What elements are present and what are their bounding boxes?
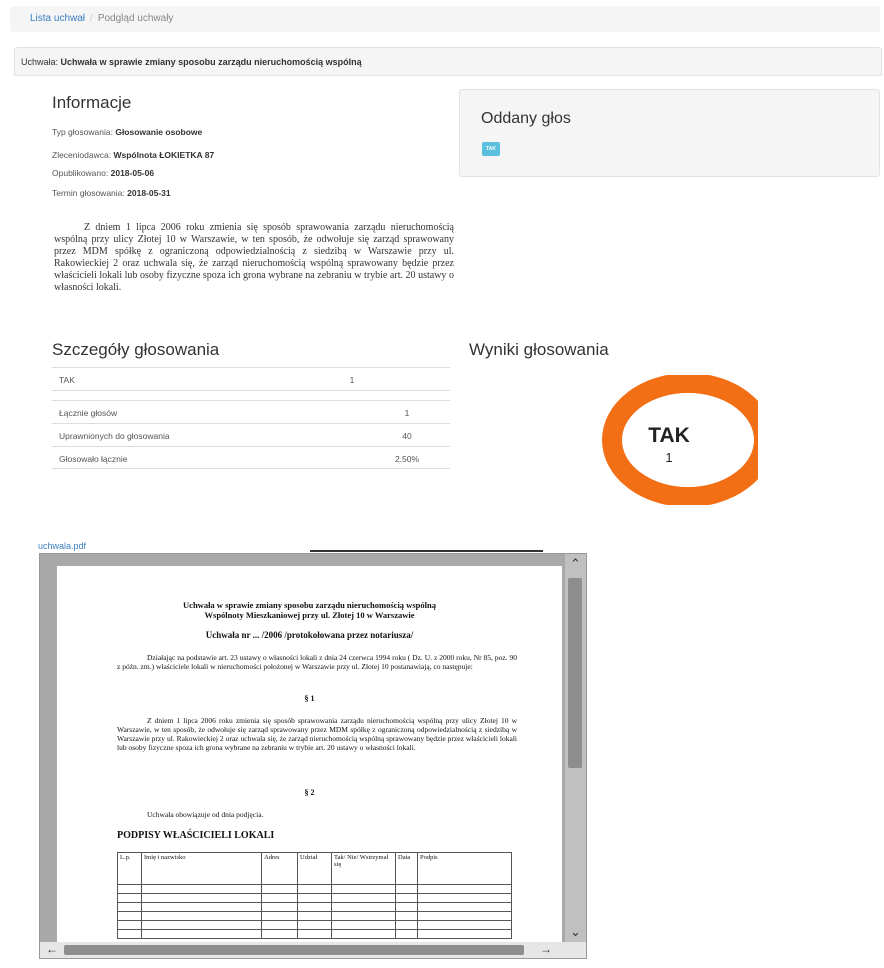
scroll-left-icon[interactable]: ← <box>46 942 58 956</box>
resolution-description: Z dniem 1 lipca 2006 roku zmienia się sp… <box>54 222 454 293</box>
voting-results-title: Wyniki głosowania <box>469 340 609 359</box>
resolution-header: Uchwała: Uchwała w sprawie zmiany sposob… <box>14 47 882 76</box>
breadcrumb-link-list[interactable]: Lista uchwał <box>30 13 85 24</box>
table-header-cell: L.p. <box>117 852 142 885</box>
table-header-cell: Tak/ Nie/ Wstrzymał się <box>331 852 396 885</box>
scroll-up-icon[interactable]: ⌃ <box>565 556 586 572</box>
table-header-cell: Data <box>395 852 418 885</box>
turnout-value: 2.50% <box>394 454 420 464</box>
table-row: L.p. Imię i nazwisko Adres Udział Tak/ N… <box>117 852 512 885</box>
resolution-title: Uchwała w sprawie zmiany sposobu zarządu… <box>60 57 362 67</box>
info-published-value: 2018-05-06 <box>110 168 155 178</box>
table-row: Łącznie głosów 1 <box>52 400 450 423</box>
info-client: Zleceniodawca: Wspólnota ŁOKIETKA 87 <box>52 150 214 160</box>
info-type: Typ głosowania: Głosowanie osobowe <box>52 127 202 137</box>
pdf-paragraph-2: Z dniem 1 lipca 2006 roku zmienia się sp… <box>117 716 517 752</box>
table-row: TAK 1 <box>52 367 450 390</box>
total-votes-value: 1 <box>404 408 410 418</box>
pdf-link[interactable]: uchwala.pdf <box>38 541 86 551</box>
pdf-section-1: § 1 <box>304 694 315 703</box>
pdf-title-line1: Uchwała w sprawie zmiany sposobu zarządu… <box>183 600 436 610</box>
table-row <box>117 884 512 894</box>
resolution-header-label: Uchwała: <box>21 57 59 67</box>
info-deadline-label: Termin głosowania: <box>52 188 125 198</box>
pdf-paragraph-1: Działając na podstawie art. 23 ustawy o … <box>117 653 517 671</box>
cast-vote-panel: Oddany głos TAK <box>459 89 880 177</box>
info-type-label: Typ głosowania: <box>52 127 113 137</box>
table-header-cell: Imię i nazwisko <box>141 852 262 885</box>
info-client-label: Zleceniodawca: <box>52 150 112 160</box>
eligible-label: Uprawnionych do głosowania <box>59 431 170 441</box>
info-deadline-value: 2018-05-31 <box>127 188 171 198</box>
info-published-label: Opublikowano: <box>52 168 109 178</box>
pdf-paragraph-3: Uchwała obowiązuje od dnia podjęcia. <box>147 810 264 819</box>
table-row <box>117 920 512 930</box>
table-header-cell: Adres <box>261 852 298 885</box>
voting-details-title: Szczegóły głosowania <box>52 340 220 359</box>
table-header-cell: Podpis <box>417 852 512 885</box>
pdf-page: Uchwała w sprawie zmiany sposobu zarządu… <box>57 566 562 951</box>
table-row <box>117 902 512 912</box>
info-client-value: Wspólnota ŁOKIETKA 87 <box>113 150 215 160</box>
donut-center-label: TAK 1 <box>582 424 756 465</box>
pdf-title-line2: Wspólnoty Mieszkaniowej przy ul. Złotej … <box>204 610 415 620</box>
table-row <box>117 911 512 921</box>
vertical-scroll-thumb[interactable] <box>568 578 582 768</box>
info-deadline: Termin głosowania: 2018-05-31 <box>52 188 171 198</box>
table-row: Uprawnionych do głosowania 40 <box>52 423 450 446</box>
table-row <box>117 929 512 939</box>
pdf-toolbar-edge <box>310 550 543 552</box>
donut-center-count: 1 <box>665 450 673 465</box>
answer-label: TAK <box>59 375 75 385</box>
pdf-section-2: § 2 <box>304 788 315 797</box>
pdf-horizontal-scrollbar[interactable]: ← → <box>40 942 586 958</box>
voting-details-table: TAK 1 Łącznie głosów 1 Uprawnionych do g… <box>52 367 450 469</box>
horizontal-scroll-thumb[interactable] <box>64 945 524 955</box>
pdf-signatures-table: L.p. Imię i nazwisko Adres Udział Tak/ N… <box>117 852 512 939</box>
table-header-cell: Udział <box>297 852 332 885</box>
pdf-viewer[interactable]: Uchwała w sprawie zmiany sposobu zarządu… <box>39 553 587 959</box>
vote-badge: TAK <box>482 142 500 156</box>
turnout-label: Głosowało łącznie <box>59 454 128 464</box>
breadcrumb-current: Podgląd uchwały <box>97 13 174 24</box>
pdf-signatures-title: PODPISY WŁAŚCICIELI LOKALI <box>117 830 275 841</box>
info-title: Informacje <box>52 93 132 112</box>
table-divider <box>52 390 450 400</box>
breadcrumb: Lista uchwał / Podgląd uchwały <box>10 6 880 32</box>
eligible-value: 40 <box>402 431 412 441</box>
answer-value: 1 <box>349 375 355 385</box>
cast-vote-title: Oddany głos <box>481 110 571 127</box>
info-published: Opublikowano: 2018-05-06 <box>52 168 154 178</box>
scroll-right-icon[interactable]: → <box>540 942 552 956</box>
scroll-down-icon[interactable]: ⌄ <box>565 924 586 940</box>
table-row: Głosowało łącznie 2.50% <box>52 446 450 469</box>
total-votes-label: Łącznie głosów <box>59 408 118 418</box>
breadcrumb-separator: / <box>90 13 93 24</box>
donut-center-answer: TAK <box>648 424 690 447</box>
pdf-subtitle: Uchwała nr ... /2006 /protokołowana prze… <box>205 630 414 640</box>
info-type-value: Głosowanie osobowe <box>115 127 203 137</box>
table-row <box>117 893 512 903</box>
pdf-vertical-scrollbar[interactable]: ⌃ ⌄ <box>565 554 586 942</box>
